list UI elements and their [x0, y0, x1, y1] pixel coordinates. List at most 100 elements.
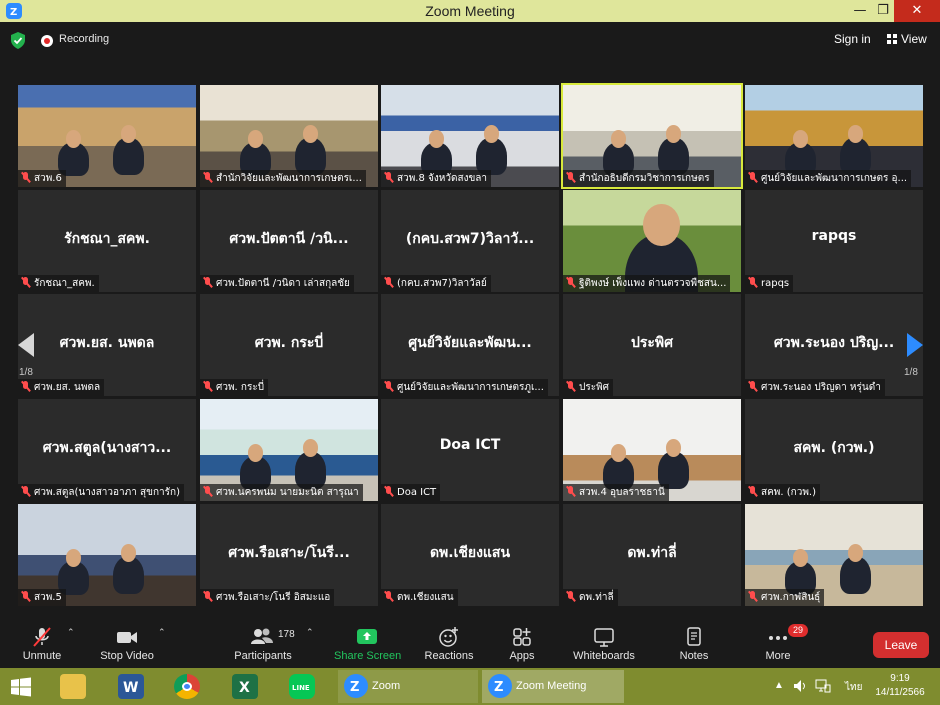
participant-tile[interactable]: (กคบ.สวพ7)วิลาวั... (กคบ.สวพ7)วิลาวัลย์ — [381, 190, 559, 292]
taskbar-zoom-label: Zoom — [372, 680, 401, 692]
video-options-caret-icon[interactable]: ⌃ — [158, 628, 166, 638]
participant-tile[interactable]: Doa ICT Doa ICT — [381, 399, 559, 501]
participant-display-name: สคพ. (กวพ.) — [793, 440, 875, 456]
line-app-icon[interactable]: LINE — [289, 674, 315, 699]
participant-display-name: ศวพ.ระนอง ปริญ... — [773, 335, 895, 351]
participant-name-caption: ศวพ.ปัตตานี /วนิดา เล่าสกุลชัย — [200, 275, 354, 292]
participant-tile[interactable]: rapqs rapqs — [745, 190, 923, 292]
participant-name-text: ฐิติพงษ์ เพ็งแพง ด่านตรวจพืชสน... — [579, 278, 727, 289]
leave-button[interactable]: Leave — [873, 632, 929, 658]
participant-tile[interactable]: สวพ.8 จังหวัดสงขลา — [381, 85, 559, 187]
unmute-button[interactable]: Unmute — [20, 626, 64, 662]
participants-button[interactable]: 178 Participants — [232, 626, 295, 662]
muted-mic-icon — [21, 381, 30, 392]
participant-tile[interactable]: ศวพ.ยส. นพดล ศวพ.ยส. นพดล — [18, 294, 196, 396]
show-hidden-icons-icon[interactable]: ▲ — [774, 680, 784, 691]
person-silhouette — [840, 556, 871, 595]
sign-in-button[interactable]: Sign in — [834, 32, 871, 46]
participant-name-text: ดพ.เชียงแสน — [397, 592, 454, 603]
participant-tile[interactable]: รักชณา_สคพ. รักชณา_สคพ. — [18, 190, 196, 292]
participant-name-caption: สำนักวิจัยและพัฒนาการเกษตรเ... — [200, 170, 366, 187]
excel-icon[interactable]: X — [232, 674, 258, 699]
participant-display-name: ศวพ.ปัตตานี /วนิ... — [229, 231, 349, 247]
participant-name-caption: ศวพ. กระบี่ — [200, 379, 269, 396]
muted-mic-icon — [566, 591, 575, 602]
participant-tile[interactable]: ดพ.เชียงแสน ดพ.เชียงแสน — [381, 504, 559, 606]
taskbar-zoom-meeting[interactable]: Z Zoom Meeting — [482, 670, 624, 703]
participant-tile[interactable]: ประพิศ ประพิศ — [563, 294, 741, 396]
muted-mic-icon — [203, 277, 212, 288]
person-face — [65, 549, 82, 567]
more-notification-badge: 29 — [788, 624, 808, 637]
participant-tile[interactable]: ศวพ.ระนอง ปริญ... ศวพ.ระนอง ปริญดา หรุ่นด… — [745, 294, 923, 396]
participant-name-text: ประพิศ — [579, 382, 610, 393]
view-button[interactable]: View — [887, 32, 927, 46]
participant-name-caption: (กคบ.สวพ7)วิลาวัลย์ — [381, 275, 491, 292]
previous-page-arrow-icon[interactable] — [18, 333, 34, 357]
whiteboards-button[interactable]: Whiteboards — [570, 626, 638, 662]
participant-display-name: ดพ.ท่าลี่ — [627, 545, 677, 561]
input-language[interactable]: ไทย — [845, 680, 862, 695]
participant-name-text: สวพ.6 — [34, 173, 62, 184]
participant-tile[interactable]: สำนักวิจัยและพัฒนาการเกษตรเ... — [200, 85, 378, 187]
participant-tile[interactable]: สวพ.4 อุบลราชธานี — [563, 399, 741, 501]
participant-tile[interactable]: ศวพ.รือเสาะ/โนรี... ศวพ.รือเสาะ/โนรี อิสม… — [200, 504, 378, 606]
more-button[interactable]: 29 More — [762, 624, 808, 662]
participant-tile[interactable]: ศวพ. กระบี่ ศวพ. กระบี่ — [200, 294, 378, 396]
participant-tile[interactable]: สำนักอธิบดีกรมวิชาการเกษตร — [561, 83, 743, 189]
participant-tile[interactable]: ดพ.ท่าลี่ ดพ.ท่าลี่ — [563, 504, 741, 606]
taskbar-zoom-meeting-label: Zoom Meeting — [516, 680, 587, 692]
participant-tile[interactable]: ศูนย์วิจัยและพัฒน... ศูนย์วิจัยและพัฒนากา… — [381, 294, 559, 396]
svg-text:LINE: LINE — [292, 684, 310, 692]
participants-count: 178 — [278, 629, 295, 640]
participant-tile[interactable]: ศวพ.กาฬสินธุ์ — [745, 504, 923, 606]
muted-mic-icon — [384, 486, 393, 497]
stop-video-button[interactable]: Stop Video — [98, 626, 156, 662]
speaker-icon[interactable] — [793, 679, 807, 693]
reactions-button[interactable]: Reactions — [422, 626, 476, 662]
participant-name-text: สวพ.4 อุบลราชธานี — [579, 487, 665, 498]
network-icon[interactable] — [815, 679, 831, 693]
next-page-arrow-icon[interactable] — [907, 333, 923, 357]
participant-tile[interactable]: สวพ.6 — [18, 85, 196, 187]
muted-mic-icon — [203, 172, 212, 183]
participant-name-caption: ฐิติพงษ์ เพ็งแพง ด่านตรวจพืชสน... — [563, 275, 731, 292]
close-button[interactable]: ✕ — [894, 0, 940, 22]
participants-options-caret-icon[interactable]: ⌃ — [306, 628, 314, 638]
apps-button[interactable]: Apps — [503, 626, 541, 662]
share-screen-icon — [357, 629, 377, 644]
share-screen-button[interactable]: Share Screen — [334, 626, 402, 662]
participant-tile[interactable]: ศูนย์วิจัยและพัฒนาการเกษตร อุ... — [745, 85, 923, 187]
participant-tile[interactable]: ศวพ.ปัตตานี /วนิ... ศวพ.ปัตตานี /วนิดา เล… — [200, 190, 378, 292]
participant-display-name: ศูนย์วิจัยและพัฒน... — [408, 335, 532, 351]
svg-text:X: X — [239, 680, 250, 696]
participant-tile[interactable]: สวพ.5 — [18, 504, 196, 606]
windows-start-icon[interactable] — [10, 677, 32, 697]
recording-label[interactable]: Recording — [59, 33, 109, 45]
encryption-shield-icon[interactable] — [10, 32, 26, 49]
share-screen-label: Share Screen — [334, 650, 402, 662]
word-icon[interactable]: W — [118, 674, 144, 699]
clock-date: 14/11/2566 — [875, 687, 925, 698]
taskbar-clock[interactable]: 9:19 14/11/2566 — [870, 672, 930, 700]
participant-tile[interactable]: ศวพ.สตูล(นางสาว... ศวพ.สตูล(นางสาวอาภา สุ… — [18, 399, 196, 501]
recording-icon — [41, 35, 53, 47]
person-face — [120, 125, 137, 143]
audio-options-caret-icon[interactable]: ⌃ — [67, 628, 75, 638]
muted-mic-icon — [203, 486, 212, 497]
person-face — [847, 125, 864, 143]
window-title: Zoom Meeting — [425, 3, 515, 19]
participant-name-text: rapqs — [761, 278, 790, 289]
taskbar-zoom-app[interactable]: Z Zoom — [338, 670, 478, 703]
participant-display-name: ศวพ.ยส. นพดล — [59, 335, 155, 351]
zoom-meeting-taskbar-icon: Z — [488, 674, 512, 698]
file-explorer-icon[interactable] — [60, 674, 86, 699]
participant-tile[interactable]: สคพ. (กวพ.) สคพ. (กวพ.) — [745, 399, 923, 501]
notes-button[interactable]: Notes — [676, 626, 712, 662]
participant-name-text: ศวพ.สตูล(นางสาวอาภา สุขการัก) — [34, 487, 180, 498]
participant-tile[interactable]: ฐิติพงษ์ เพ็งแพง ด่านตรวจพืชสน... — [563, 190, 741, 292]
person-face — [847, 544, 864, 562]
participant-tile[interactable]: ศวพ.นครพนม นายมะนิต สารุณา — [200, 399, 378, 501]
person-face — [65, 130, 82, 148]
chrome-icon[interactable] — [174, 674, 200, 699]
